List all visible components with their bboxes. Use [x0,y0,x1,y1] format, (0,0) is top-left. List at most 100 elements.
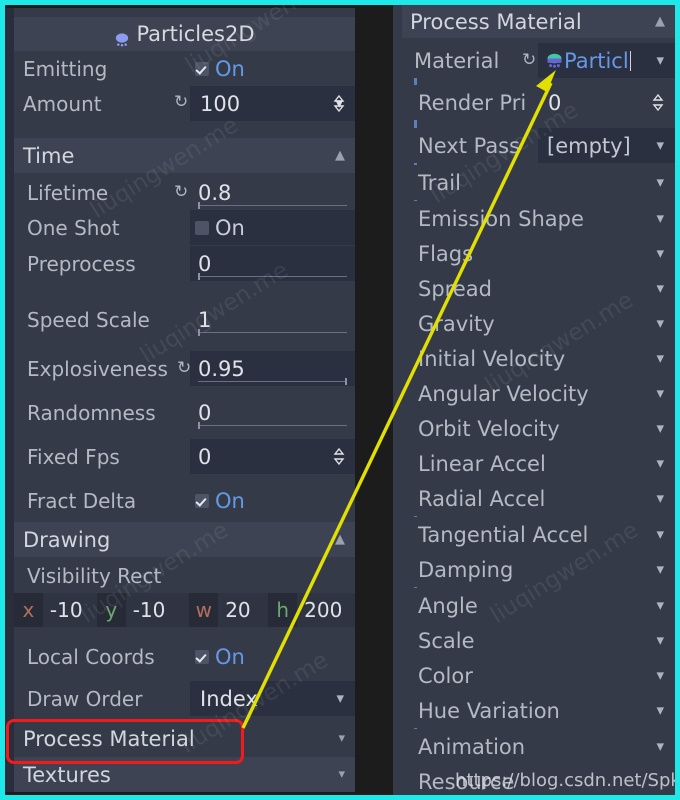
group-row-initial-velocity[interactable]: Initial Velocity ▾ [402,341,675,376]
group-row-animation[interactable]: Animation ▾ [402,729,675,764]
fract-delta-checkbox[interactable] [195,493,209,508]
section-header-time[interactable]: Time ▲ [14,138,355,173]
revert-icon[interactable]: ↻ [522,52,536,69]
vrect-h-tag: h [268,593,298,627]
explosiveness-value-field[interactable]: 0.95 [190,351,355,386]
chevron-down-icon[interactable]: ▾ [656,633,664,648]
node-title-bar: Particles2D [14,17,355,51]
chevron-down-icon[interactable]: ▾ [656,668,664,683]
group-row-emission-shape[interactable]: Emission Shape ▾ [402,201,675,236]
value-slider-track[interactable] [198,273,347,280]
chevron-down-icon[interactable]: ▾ [656,491,664,506]
group-label: Animation [418,734,526,759]
next-pass-resource-field[interactable]: [empty] ▾ [538,128,675,163]
speed-scale-value-label: 1 [198,307,212,332]
group-row-linear-accel[interactable]: Linear Accel ▾ [402,446,675,481]
lifetime-value-field[interactable]: 0.8 [190,175,355,210]
speed-scale-value-field[interactable]: 1 [190,302,355,337]
chevron-down-icon[interactable]: ▾ [656,316,664,331]
group-row-flags[interactable]: Flags ▾ [402,236,675,271]
group-row-angle[interactable]: Angle ▾ [402,588,675,623]
chevron-down-icon[interactable]: ▾ [656,175,664,190]
property-row-visibility-rect: Visibility Rect [14,558,355,593]
material-resource-label: Particl [564,48,629,73]
property-label: Amount [23,91,102,116]
vrect-w-field[interactable]: 20 [218,593,269,627]
group-row-scale[interactable]: Scale ▾ [402,623,675,658]
one-shot-checkbox[interactable] [195,220,209,235]
process-material-header[interactable]: Process Material ▲ [402,5,675,38]
draw-order-value-label: Index [200,686,258,711]
revert-icon[interactable]: ↻ [174,184,188,201]
chevron-up-icon[interactable]: ▲ [335,533,355,546]
group-label: Radial Accel [418,486,546,511]
revert-icon[interactable]: ↻ [174,94,188,111]
group-row-gravity[interactable]: Gravity ▾ [402,306,675,341]
group-row-spread[interactable]: Spread ▾ [402,271,675,306]
chevron-down-icon[interactable]: ▾ [656,703,664,718]
value-slider-track[interactable] [198,202,347,209]
local-coords-value-label: On [215,644,245,669]
vrect-h-field[interactable]: 200 [297,593,355,627]
preprocess-value-field[interactable]: 0 [190,246,355,281]
group-row-hue-variation[interactable]: Hue Variation ▾ [402,693,675,728]
chevron-down-icon[interactable]: ▾ [656,246,664,261]
group-label: Hue Variation [418,698,560,723]
fract-delta-value-label: On [215,488,245,513]
chevron-up-icon[interactable]: ▲ [335,149,355,162]
chevron-down-icon[interactable]: ▾ [656,598,664,613]
chevron-down-icon[interactable]: ▾ [656,351,664,366]
chevron-down-icon[interactable]: ▾ [656,53,664,68]
stepper-arrows-icon[interactable] [333,448,345,465]
chevron-down-icon[interactable]: ▾ [656,739,664,754]
stepper-arrows-icon[interactable] [652,94,664,111]
chevron-down-icon[interactable]: ▾ [656,138,664,153]
group-row-tangential-accel[interactable]: Tangential Accel ▾ [402,517,675,552]
group-row-trail[interactable]: Trail ▾ [402,165,675,200]
vrect-y-tag: y [96,593,126,627]
emitting-checkbox[interactable] [195,61,209,76]
chevron-down-icon[interactable]: ▾ [656,281,664,296]
value-slider-track[interactable] [198,422,347,429]
vrect-y-field[interactable]: -10 [125,593,190,627]
chevron-down-icon[interactable]: ▾ [656,527,664,542]
section-header-drawing[interactable]: Drawing ▲ [14,522,355,557]
node-title-label: Particles2D [136,22,255,46]
local-coords-value-field[interactable]: On [190,639,355,674]
local-coords-checkbox[interactable] [195,649,209,664]
group-row-radial-accel[interactable]: Radial Accel ▾ [402,481,675,516]
chevron-down-icon[interactable]: ▾ [656,456,664,471]
chevron-down-icon[interactable]: ▾ [656,421,664,436]
chevron-down-icon[interactable]: ▾ [656,562,664,577]
render-priority-value-field[interactable]: 0 [538,85,675,120]
fixed-fps-value-label: 0 [198,444,212,469]
randomness-value-field[interactable]: 0 [190,395,355,430]
chevron-up-icon[interactable]: ▲ [655,15,675,28]
chevron-down-icon[interactable]: ▾ [338,768,355,781]
one-shot-value-field[interactable]: On [190,210,355,245]
group-row-orbit-velocity[interactable]: Orbit Velocity ▾ [402,411,675,446]
visibility-rect-components: x -10 y -10 w 20 h 200 [14,593,355,627]
group-row-damping[interactable]: Damping ▾ [402,552,675,587]
section-header-textures[interactable]: Textures ▾ [14,757,355,792]
chevron-down-icon[interactable]: ▾ [656,386,664,401]
fract-delta-value-field[interactable]: On [190,483,355,518]
one-shot-value-label: On [215,215,245,240]
stepper-arrows-icon[interactable] [333,95,345,112]
emitting-value-field[interactable]: On [190,51,355,86]
material-resource-field[interactable]: Particl ▾ [538,43,675,78]
group-row-color[interactable]: Color ▾ [402,658,675,693]
group-row-angular-velocity[interactable]: Angular Velocity ▾ [402,376,675,411]
fixed-fps-value-field[interactable]: 0 [190,439,355,474]
value-slider-track[interactable] [198,378,347,385]
value-slider-track[interactable] [198,329,347,336]
inspector-scrollbar[interactable] [5,8,14,792]
chevron-down-icon[interactable]: ▾ [336,691,344,706]
amount-value-field[interactable]: 100 ▾ [190,86,355,121]
group-label: Color [418,663,473,688]
draw-order-dropdown[interactable]: Index ▾ [190,681,355,716]
chevron-down-icon[interactable]: ▾ [656,211,664,226]
chevron-down-icon[interactable]: ▾ [338,732,355,745]
vrect-x-field[interactable]: -10 [42,593,97,627]
section-header-process-material[interactable]: Process Material ▾ [14,721,355,756]
